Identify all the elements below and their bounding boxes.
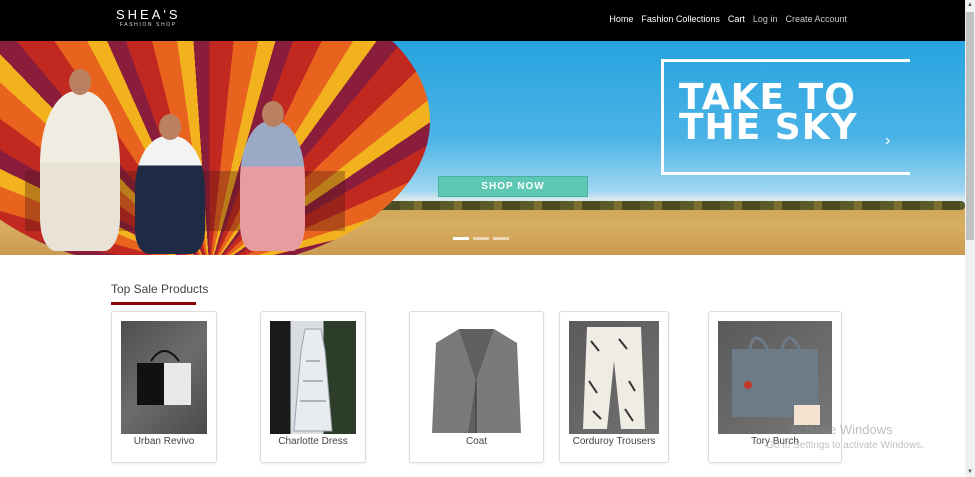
product-name[interactable]: Charlotte Dress xyxy=(261,436,365,447)
carousel-next-arrow-icon[interactable]: › xyxy=(885,132,890,150)
carousel-indicator-3[interactable] xyxy=(493,237,509,240)
tote-bag-icon xyxy=(732,336,820,425)
product-name[interactable]: Urban Revivo xyxy=(112,436,216,447)
product-image-dress[interactable] xyxy=(270,321,356,434)
product-card[interactable]: Urban Revivo xyxy=(111,311,217,463)
carousel-indicator-2[interactable] xyxy=(473,237,489,240)
logo-sub-text: FASHION SHOP xyxy=(119,22,177,28)
product-image-handbag[interactable] xyxy=(121,321,207,434)
nav-cart-link[interactable]: Cart xyxy=(728,14,745,24)
section-title-underline xyxy=(111,302,196,305)
scroll-down-arrow-icon[interactable]: ▼ xyxy=(966,467,974,477)
hero-headline: TAKE TO THE SKY xyxy=(679,80,858,148)
section-title: Top Sale Products xyxy=(111,282,209,296)
trousers-icon xyxy=(583,327,645,429)
hero-carousel: TAKE TO THE SKY › SHOP NOW xyxy=(0,41,965,255)
nav-create-account-link[interactable]: Create Account xyxy=(785,14,847,24)
shop-now-button[interactable]: SHOP NOW xyxy=(438,176,588,197)
nav-menu: Home Fashion Collections Cart Log in Cre… xyxy=(609,14,847,24)
nav-home-link[interactable]: Home xyxy=(609,14,633,24)
nav-login-link[interactable]: Log in xyxy=(753,14,778,24)
product-image-trousers[interactable] xyxy=(569,321,659,434)
product-image-tote-bag[interactable] xyxy=(718,321,832,434)
handbag-icon xyxy=(137,350,191,405)
windows-activation-watermark: Activate Windows xyxy=(790,422,893,437)
dress-icon xyxy=(293,328,333,432)
nav-fashion-collections-link[interactable]: Fashion Collections xyxy=(641,14,720,24)
model-figure-1 xyxy=(40,91,120,251)
brand-logo[interactable]: SHEA'S FASHION SHOP xyxy=(116,8,181,29)
model-head-1 xyxy=(69,69,91,95)
logo-main-text: SHEA'S xyxy=(116,7,181,22)
model-head-2 xyxy=(159,114,181,140)
product-card[interactable]: Coat xyxy=(409,311,544,463)
scroll-up-arrow-icon[interactable]: ▲ xyxy=(966,0,974,10)
hero-headline-line2: THE SKY xyxy=(679,107,858,148)
coat-icon xyxy=(432,329,521,433)
product-image-coat[interactable] xyxy=(419,321,534,434)
model-figure-2 xyxy=(135,136,205,254)
model-figure-3 xyxy=(240,121,305,251)
product-card[interactable]: Corduroy Trousers xyxy=(559,311,669,463)
product-name[interactable]: Coat xyxy=(410,436,543,447)
top-navbar: SHEA'S FASHION SHOP Home Fashion Collect… xyxy=(0,0,965,41)
windows-activation-watermark-sub: Go to Settings to activate Windows. xyxy=(766,440,924,451)
product-name[interactable]: Corduroy Trousers xyxy=(560,436,668,447)
page-scrollbar[interactable]: ▲ ▼ xyxy=(965,0,975,477)
carousel-indicators xyxy=(453,237,509,240)
model-head-3 xyxy=(262,101,284,127)
carousel-indicator-1[interactable] xyxy=(453,237,469,240)
scrollbar-thumb[interactable] xyxy=(966,12,974,240)
product-card[interactable]: Charlotte Dress xyxy=(260,311,366,463)
